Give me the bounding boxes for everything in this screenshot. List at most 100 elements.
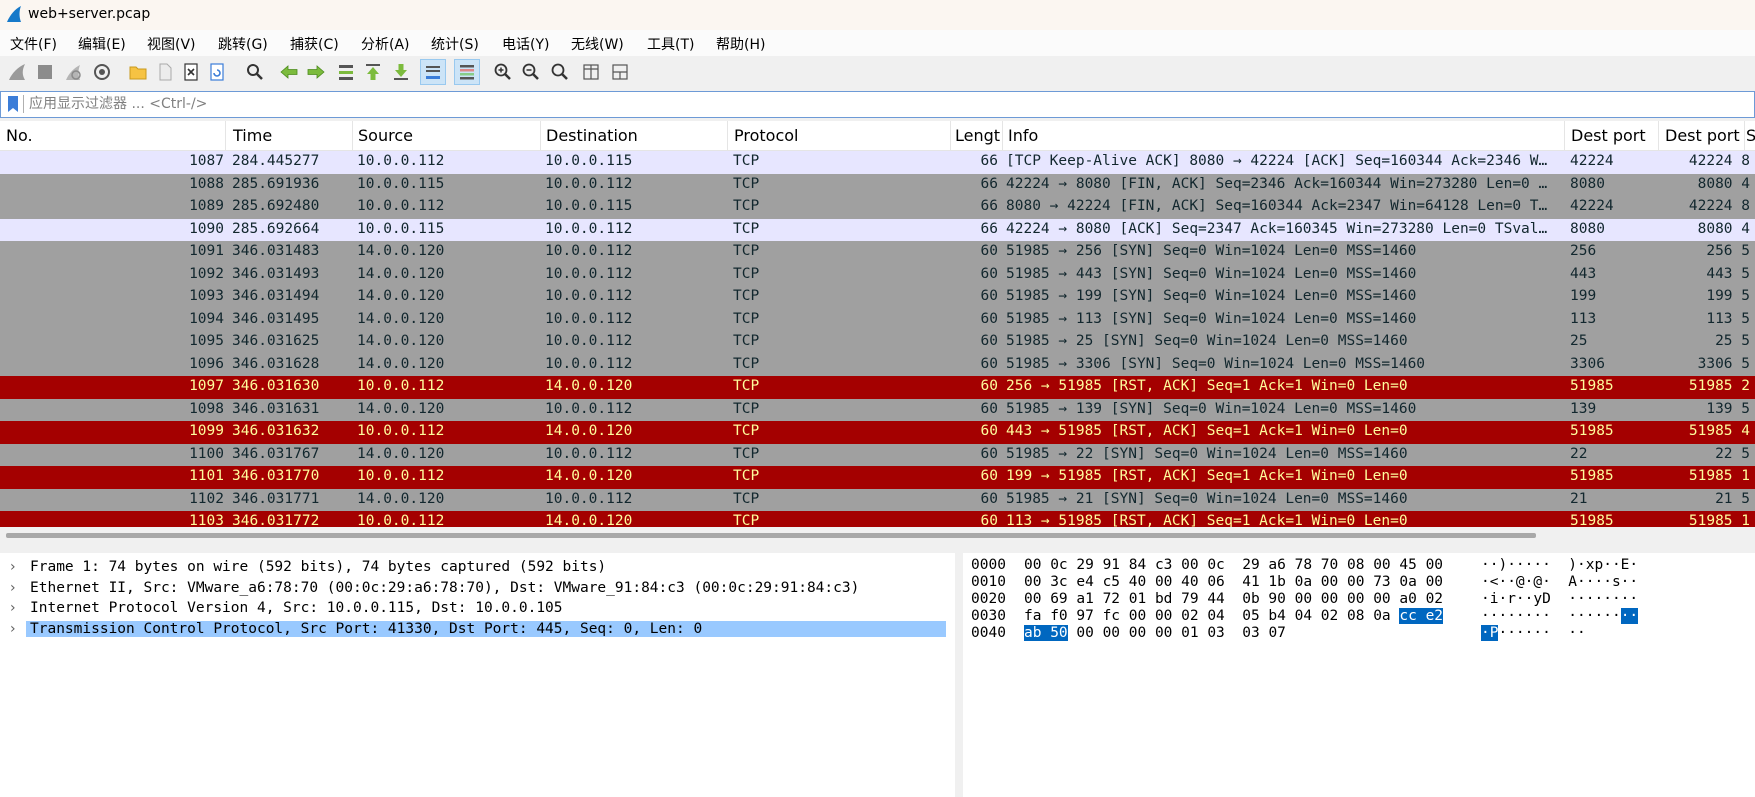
menu-wireless[interactable]: 无线(W) bbox=[571, 34, 624, 54]
table-row[interactable]: 1098 346.031631 14.0.0.120 10.0.0.112 TCP 60 5… bbox=[0, 398, 1755, 421]
menu-capture[interactable]: 捕获(C) bbox=[290, 34, 339, 54]
column-header-dest-port[interactable]: Dest port bbox=[1571, 126, 1646, 145]
chevron-right-icon[interactable]: › bbox=[10, 621, 16, 637]
table-row[interactable]: 1099 346.031632 10.0.0.112 14.0.0.120 TCP 60 4… bbox=[0, 421, 1755, 444]
bytes-ascii[interactable]: ········ ········ bbox=[1481, 608, 1639, 624]
table-row[interactable]: 1096 346.031628 14.0.0.120 10.0.0.112 TCP 60 5… bbox=[0, 353, 1755, 376]
close-file-icon[interactable] bbox=[178, 59, 204, 85]
open-folder-icon[interactable] bbox=[125, 59, 151, 85]
menu-edit[interactable]: 编辑(E) bbox=[78, 34, 126, 54]
menu-view[interactable]: 视图(V) bbox=[147, 34, 196, 54]
colorize-icon[interactable] bbox=[454, 59, 480, 85]
detail-tree-item[interactable]: › Transmission Control Protocol, Src Port… bbox=[0, 619, 955, 641]
bytes-hex[interactable]: 00 0c 29 91 84 c3 00 0c 29 a6 78 70 08 0… bbox=[1024, 557, 1443, 573]
table-row[interactable]: 1093 346.031494 14.0.0.120 10.0.0.112 TCP 60 5… bbox=[0, 286, 1755, 309]
autoscroll-icon[interactable] bbox=[420, 59, 446, 85]
chevron-right-icon[interactable]: › bbox=[10, 600, 16, 616]
menu-telephony[interactable]: 电话(Y) bbox=[502, 34, 549, 54]
vertical-splitter[interactable] bbox=[955, 553, 963, 797]
bytes-hex[interactable]: fa f0 97 fc 00 00 02 04 05 b4 04 02 08 0… bbox=[1024, 608, 1444, 624]
column-separator[interactable] bbox=[540, 121, 541, 150]
table-row[interactable]: 1089 285.692480 10.0.0.112 10.0.0.115 TCP 66 8… bbox=[0, 196, 1755, 219]
column-separator[interactable] bbox=[1658, 121, 1659, 150]
packet-list-scrollbar[interactable] bbox=[0, 527, 1755, 543]
menu-tools[interactable]: 工具(T) bbox=[647, 34, 694, 54]
cell-source: 14.0.0.120 bbox=[357, 265, 445, 282]
cell-length: 60 bbox=[980, 288, 998, 304]
table-row[interactable]: 1103 346.031772 10.0.0.112 14.0.0.120 TCP 60 1… bbox=[0, 511, 1755, 527]
zoom-reset-icon[interactable] bbox=[547, 59, 573, 85]
column-separator[interactable] bbox=[727, 121, 728, 150]
bytes-ascii[interactable]: ·i·r··yD ········ bbox=[1481, 591, 1638, 607]
detail-tree-item[interactable]: › Ethernet II, Src: VMware_a6:78:70 (00:0… bbox=[0, 578, 955, 600]
reload-icon[interactable] bbox=[204, 59, 230, 85]
column-header-s[interactable]: S bbox=[1746, 126, 1755, 145]
bytes-hex[interactable]: 00 69 a1 72 01 bd 79 44 0b 90 00 00 00 0… bbox=[1024, 591, 1443, 607]
last-packet-icon[interactable] bbox=[388, 59, 414, 85]
stop-icon[interactable] bbox=[32, 59, 58, 85]
column-separator[interactable] bbox=[1002, 121, 1003, 150]
column-separator[interactable] bbox=[950, 121, 951, 150]
packet-list: No. Time Source Destination Protocol Len… bbox=[0, 121, 1755, 527]
table-row[interactable]: 1088 285.691936 10.0.0.115 10.0.0.112 TCP 66 4… bbox=[0, 173, 1755, 196]
table-row[interactable]: 1094 346.031495 14.0.0.120 10.0.0.112 TCP 60 5… bbox=[0, 308, 1755, 331]
column-header-no[interactable]: No. bbox=[6, 126, 33, 145]
first-packet-icon[interactable] bbox=[360, 59, 386, 85]
bytes-ascii-part: ······ ·· bbox=[1498, 625, 1586, 641]
zoom-out-icon[interactable] bbox=[518, 59, 544, 85]
menu-analyze[interactable]: 分析(A) bbox=[361, 34, 410, 54]
display-filter-input[interactable] bbox=[29, 94, 1729, 114]
bytes-ascii[interactable]: ··)····· )·xp··E· bbox=[1481, 557, 1638, 573]
column-separator[interactable] bbox=[225, 121, 226, 150]
column-separator[interactable] bbox=[1564, 121, 1565, 150]
table-row[interactable]: 1087 284.445277 10.0.0.112 10.0.0.115 TCP 66 [… bbox=[0, 151, 1755, 174]
table-row[interactable]: 1091 346.031483 14.0.0.120 10.0.0.112 TCP 60 5… bbox=[0, 241, 1755, 264]
bytes-hex[interactable]: ab 50 00 00 00 00 01 03 03 07 bbox=[1024, 625, 1286, 641]
bookmark-icon[interactable] bbox=[6, 95, 20, 113]
shark-fin-start-icon[interactable] bbox=[4, 59, 30, 85]
column-header-destination[interactable]: Destination bbox=[546, 126, 638, 145]
capture-options-icon[interactable] bbox=[89, 59, 115, 85]
column-header-protocol[interactable]: Protocol bbox=[734, 126, 798, 145]
menu-statistics[interactable]: 统计(S) bbox=[431, 34, 479, 54]
column-header-info[interactable]: Info bbox=[1008, 126, 1038, 145]
back-arrow-icon[interactable] bbox=[276, 59, 302, 85]
pane-splitter[interactable] bbox=[0, 543, 1755, 553]
find-icon[interactable] bbox=[242, 59, 268, 85]
column-header-source[interactable]: Source bbox=[358, 126, 413, 145]
column-header-length[interactable]: Lengt bbox=[955, 126, 1000, 145]
column-separator[interactable] bbox=[1744, 121, 1745, 150]
forward-arrow-icon[interactable] bbox=[303, 59, 329, 85]
cell-info: 42224 → 8080 [ACK] Seq=2347 Ack=160345 W… bbox=[1006, 220, 1548, 237]
bytes-ascii[interactable]: ·<··@·@· A····s·· bbox=[1481, 574, 1638, 590]
cell-no: 1097 bbox=[189, 378, 224, 394]
column-separator[interactable] bbox=[352, 121, 353, 150]
detail-tree-item[interactable]: › Frame 1: 74 bytes on wire (592 bits), 7… bbox=[0, 557, 955, 579]
table-row[interactable]: 1102 346.031771 14.0.0.120 10.0.0.112 TCP 60 5… bbox=[0, 488, 1755, 511]
chevron-right-icon[interactable]: › bbox=[10, 559, 16, 575]
cell-length: 66 bbox=[980, 175, 998, 192]
menu-help[interactable]: 帮助(H) bbox=[716, 34, 765, 54]
goto-packet-icon[interactable] bbox=[333, 59, 359, 85]
chevron-right-icon[interactable]: › bbox=[10, 580, 16, 596]
file-icon[interactable] bbox=[152, 59, 178, 85]
bytes-ascii[interactable]: ·P······ ·· bbox=[1481, 625, 1586, 641]
resize-columns-icon[interactable] bbox=[578, 59, 604, 85]
column-header-time[interactable]: Time bbox=[233, 126, 272, 145]
table-row[interactable]: 1092 346.031493 14.0.0.120 10.0.0.112 TCP 60 5… bbox=[0, 263, 1755, 286]
bytes-hex[interactable]: 00 3c e4 c5 40 00 40 06 41 1b 0a 00 00 7… bbox=[1024, 574, 1443, 590]
table-row[interactable]: 1097 346.031630 10.0.0.112 14.0.0.120 TCP 60 2… bbox=[0, 376, 1755, 399]
table-row[interactable]: 1101 346.031770 10.0.0.112 14.0.0.120 TCP 60 1… bbox=[0, 466, 1755, 489]
menu-go[interactable]: 跳转(G) bbox=[218, 34, 268, 54]
table-row[interactable]: 1095 346.031625 14.0.0.120 10.0.0.112 TCP 60 5… bbox=[0, 331, 1755, 354]
column-header-dest-port-2[interactable]: Dest port bbox=[1665, 126, 1740, 145]
zoom-in-icon[interactable] bbox=[490, 59, 516, 85]
table-row[interactable]: 1090 285.692664 10.0.0.115 10.0.0.112 TCP 66 4… bbox=[0, 218, 1755, 241]
restart-icon[interactable] bbox=[60, 59, 86, 85]
detail-tree-item[interactable]: › Internet Protocol Version 4, Src: 10.0.… bbox=[0, 598, 955, 620]
scrollbar-thumb[interactable] bbox=[6, 533, 1536, 538]
layout-icon[interactable] bbox=[607, 59, 633, 85]
cell-time: 284.445277 bbox=[232, 153, 320, 169]
menu-file[interactable]: 文件(F) bbox=[10, 34, 57, 54]
table-row[interactable]: 1100 346.031767 14.0.0.120 10.0.0.112 TCP 60 5… bbox=[0, 443, 1755, 466]
